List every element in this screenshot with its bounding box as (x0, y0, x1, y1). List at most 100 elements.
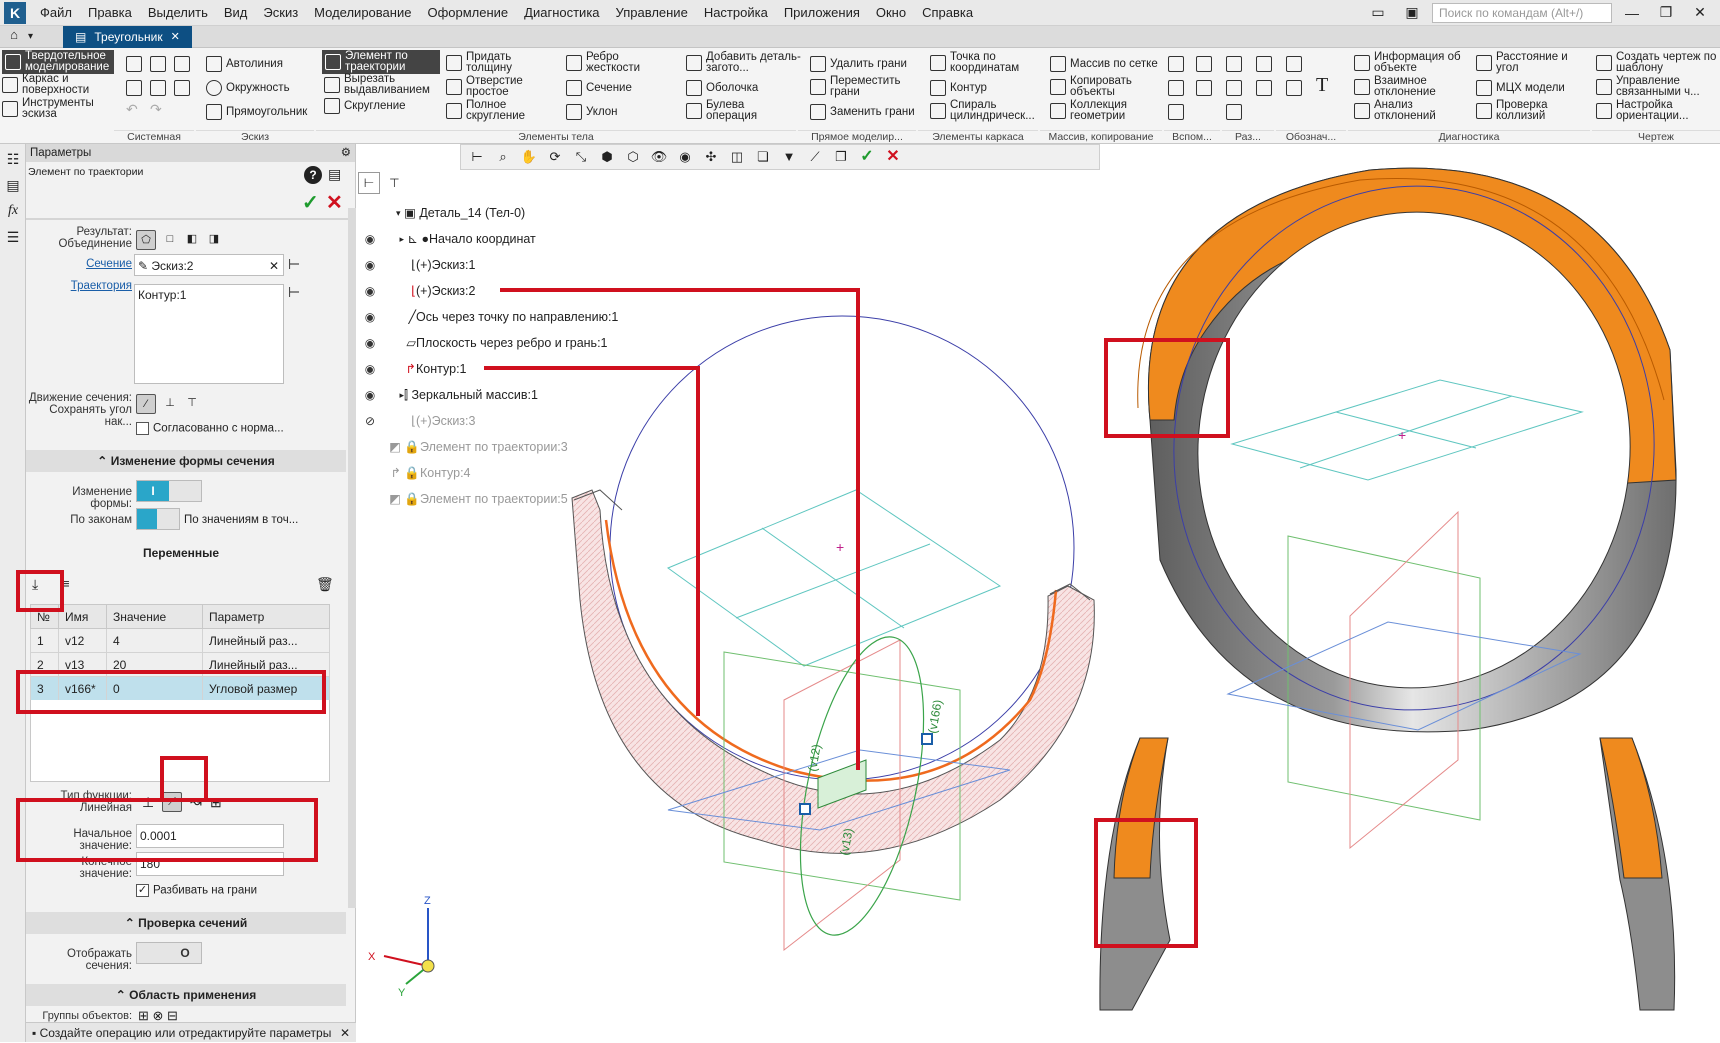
cancel-x-icon[interactable]: ✕ (326, 190, 343, 215)
group-array-copy[interactable]: Массив, копирование (1040, 130, 1162, 144)
tree-item-plane[interactable]: ◉ ▱ Плоскость через ребро и грань:1 (360, 332, 608, 354)
group-drawing[interactable]: Чертеж (1592, 130, 1720, 144)
tree-item-mirror[interactable]: ◉ ▸ ⫿ Зеркальный массив:1 (360, 384, 538, 406)
home-icon[interactable]: ⌂ (4, 27, 24, 47)
camera-icon[interactable]: ◉ (673, 146, 697, 168)
layers-panel-icon[interactable]: ☰ (2, 226, 24, 248)
params-scrollbar[interactable] (348, 208, 356, 908)
mode-solid-button[interactable]: Твердотельное моделирование (2, 50, 114, 74)
cut-extrude-button[interactable]: Вырезать выдавливанием (324, 73, 442, 96)
section-view-icon[interactable]: ◫ (725, 146, 749, 168)
row-value[interactable]: 4 (106, 628, 203, 653)
draft-button[interactable]: Уклон (566, 104, 618, 120)
menu-sketch[interactable]: Эскиз (255, 0, 306, 26)
tree-item-contour-1[interactable]: ◉ ↱ Контур:1 (360, 358, 467, 380)
group-sketch[interactable]: Эскиз (196, 130, 314, 144)
variables-delete-icon[interactable]: 🗑 (316, 576, 334, 593)
tree-item-origin[interactable]: ◉ ▸ ⊾ ● Начало координат (360, 228, 536, 250)
text-tool-button[interactable]: T (1316, 75, 1328, 95)
help-icon[interactable]: ? (304, 166, 322, 184)
motion-normal-icon[interactable]: ⊤ (182, 394, 202, 414)
tab-dropdown-icon[interactable]: ▾ (28, 31, 33, 42)
properties-panel-icon[interactable]: ▤ (2, 174, 24, 196)
consistent-normal-checkbox[interactable]: Согласованно с норма... (136, 422, 284, 435)
tree-view-toggle-icon[interactable]: ▤ (328, 166, 341, 183)
dim-v13[interactable]: (v13) (837, 827, 856, 856)
mode-sketch-tools-button[interactable]: Инструменты эскиза (2, 97, 114, 120)
shell-button[interactable]: Оболочка (686, 80, 758, 96)
panel-toggle-icon[interactable]: ▭ (1364, 4, 1392, 21)
menu-view[interactable]: Вид (216, 0, 256, 26)
result-intersect-icon[interactable]: ◨ (204, 230, 224, 250)
thicken-button[interactable]: Придать толщину (446, 51, 556, 74)
eye-icon[interactable]: ◉ (360, 358, 380, 380)
properties-button[interactable] (174, 80, 190, 96)
menu-design[interactable]: Оформление (419, 0, 516, 26)
tree-item-sketch-1[interactable]: ◉ ⌊ (+)Эскиз:1 (360, 254, 476, 276)
tree-item-sketch-3[interactable]: ⊘ ⌊ (+)Эскиз:3 (360, 410, 476, 432)
pan-icon[interactable]: ✋ (517, 146, 541, 168)
deviation-analysis-button[interactable]: Анализ отклонений (1354, 99, 1454, 122)
group-direct-modeling[interactable]: Прямое моделир... (798, 130, 916, 144)
eye-icon[interactable]: ◉ (360, 280, 380, 302)
screenshot-icon[interactable]: ▣ (1398, 4, 1426, 21)
group-diagnostics[interactable]: Диагностика (1348, 130, 1590, 144)
mass-props-button[interactable]: МЦХ модели (1476, 80, 1565, 96)
trajectory-list[interactable]: Контур:1 (134, 284, 284, 384)
result-new-body-icon[interactable]: □ (160, 230, 180, 250)
markup-tool-4[interactable] (1256, 56, 1272, 72)
split-faces-checkbox[interactable]: ✓ Разбивать на грани (136, 884, 257, 897)
section-link[interactable]: Сечение (28, 258, 132, 270)
rotate-icon[interactable]: ⟳ (543, 146, 567, 168)
motion-keep-angle-icon[interactable]: ⁄ (136, 394, 156, 414)
show-sections-toggle[interactable]: O (136, 942, 202, 964)
group-auxiliary[interactable]: Вспом... (1164, 130, 1220, 144)
dim-v12[interactable]: (v12) (805, 743, 824, 772)
aux-tool-4[interactable] (1196, 56, 1212, 72)
layers-icon[interactable]: ❏ (751, 146, 775, 168)
markup-tool-7[interactable] (1286, 80, 1302, 96)
eye-icon[interactable]: ◉ (360, 332, 380, 354)
eye-icon[interactable]: ◉ (360, 384, 380, 406)
menu-apps[interactable]: Приложения (776, 0, 868, 26)
tree-item-sweep-3[interactable]: ◩ 🔒 Элемент по траектории:3 (360, 436, 568, 458)
autoline-button[interactable]: Автолиния (206, 56, 283, 72)
variables-fx-icon[interactable]: fx (2, 200, 24, 222)
copy-view-icon[interactable]: ❐ (829, 146, 853, 168)
markup-tool-6[interactable] (1286, 56, 1302, 72)
delete-faces-button[interactable]: Удалить грани (810, 56, 907, 72)
geometry-collection-button[interactable]: Коллекция геометрии (1050, 99, 1150, 122)
menu-help[interactable]: Справка (914, 0, 981, 26)
by-laws-toggle[interactable] (136, 508, 180, 530)
wireframe-icon[interactable]: ⬡ (621, 146, 645, 168)
tab-document[interactable]: ▤ Треугольник ✕ (63, 25, 192, 48)
new-file-button[interactable] (126, 56, 142, 72)
viewport-cancel-icon[interactable]: ✕ (881, 146, 905, 168)
shape-change-toggle[interactable]: I (136, 480, 202, 502)
menu-diagnostics[interactable]: Диагностика (516, 0, 607, 26)
trajectory-link[interactable]: Траектория (28, 280, 132, 292)
rectangle-button[interactable]: Прямоугольник (206, 104, 307, 120)
menu-select[interactable]: Выделить (140, 0, 216, 26)
full-fillet-button[interactable]: Полное скругление (446, 99, 556, 122)
menu-modeling[interactable]: Моделирование (306, 0, 419, 26)
boolean-button[interactable]: Булева операция (686, 99, 786, 122)
aux-tool-2[interactable] (1168, 80, 1184, 96)
viewport-confirm-icon[interactable]: ✓ (855, 146, 879, 168)
mode-frame-button[interactable]: Каркас и поверхности (2, 73, 114, 96)
object-info-button[interactable]: Информация об объекте (1354, 51, 1466, 74)
zoom-icon[interactable]: ⌕ (491, 146, 515, 168)
menu-file[interactable]: Файл (32, 0, 80, 26)
markup-tool-1[interactable] (1226, 56, 1242, 72)
restore-icon[interactable]: ❐ (1652, 4, 1680, 21)
distance-angle-button[interactable]: Расстояние и угол (1476, 51, 1586, 74)
eye-hidden-icon[interactable]: ⊘ (360, 410, 380, 432)
group-body-elements[interactable]: Элементы тела (316, 130, 796, 144)
orient-icon[interactable]: ⤡ (569, 146, 593, 168)
ruler-icon[interactable]: ⟋ (803, 146, 827, 168)
result-union-icon[interactable]: ⬠ (136, 230, 156, 250)
check-sections-section[interactable]: ⌃ Проверка сечений (26, 912, 346, 934)
command-search-input[interactable]: Поиск по командам (Alt+/) (1432, 2, 1612, 23)
tree-structure-icon[interactable]: ⊢ (358, 172, 380, 194)
preview-button[interactable] (150, 80, 166, 96)
